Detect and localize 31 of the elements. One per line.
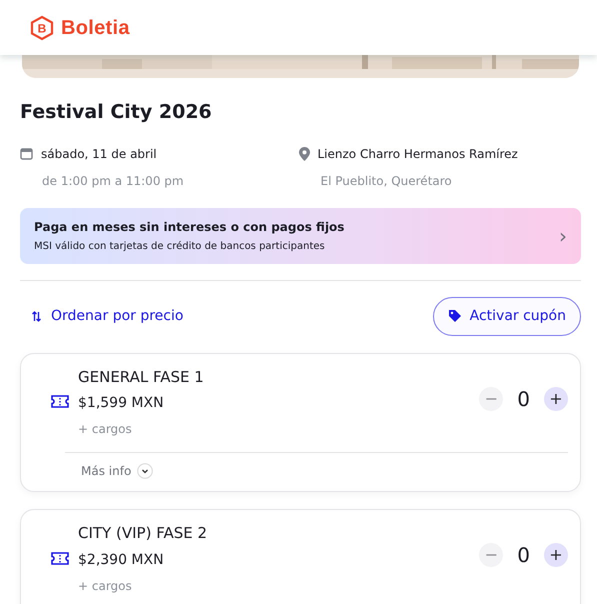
chevron-down-icon	[137, 463, 154, 479]
ticket-fees: + cargos	[78, 578, 133, 594]
sort-by-price-link[interactable]: Ordenar por precio	[20, 306, 184, 326]
tag-icon	[448, 309, 462, 323]
ticket-icon	[51, 552, 69, 565]
venue-name: Lienzo Charro Hermanos Ramírez	[318, 146, 518, 162]
ticket-price: $1,599 MXN	[78, 394, 165, 413]
venue-location: El Pueblito, Querétaro	[320, 172, 453, 190]
logo-icon: B	[29, 14, 55, 40]
increase-button[interactable]: +	[544, 543, 568, 568]
chevron-icon: ›	[559, 226, 567, 246]
more-info-toggle[interactable]: Más info	[51, 453, 154, 491]
ticket-name: GENERAL FASE 1	[78, 366, 204, 388]
quantity-value: 0	[517, 542, 530, 570]
event-title: Festival City 2026	[20, 100, 213, 125]
promo-title: Paga en meses sin intereses o con pagos fijos	[34, 218, 344, 236]
ticket-price: $2,390 MXN	[78, 550, 165, 570]
quantity-value: 0	[517, 386, 530, 413]
promo-subtitle: MSI válido con tarjetas de crédito de bancos participantes	[34, 240, 326, 254]
increase-button[interactable]: +	[544, 386, 568, 411]
ticket-name: CITY (VIP) FASE 2	[78, 523, 208, 544]
ticket-fees: + cargos	[78, 421, 133, 438]
payment-promo-banner[interactable]: Paga en meses sin intereses o con pagos fijos MSI válido con tarjetas de crédito de bancos participantes ›	[20, 208, 581, 264]
activate-coupon-button[interactable]: Activar cupón	[432, 296, 581, 336]
location-pin-icon	[298, 146, 310, 160]
event-time: de 1:00 pm a 11:00 pm	[41, 172, 185, 190]
event-date: sábado, 11 de abril	[41, 146, 157, 162]
ticket-icon	[51, 395, 69, 408]
sort-icon	[32, 310, 41, 322]
brand-name[interactable]: Boletia	[61, 12, 130, 42]
calendar-icon	[20, 147, 33, 160]
